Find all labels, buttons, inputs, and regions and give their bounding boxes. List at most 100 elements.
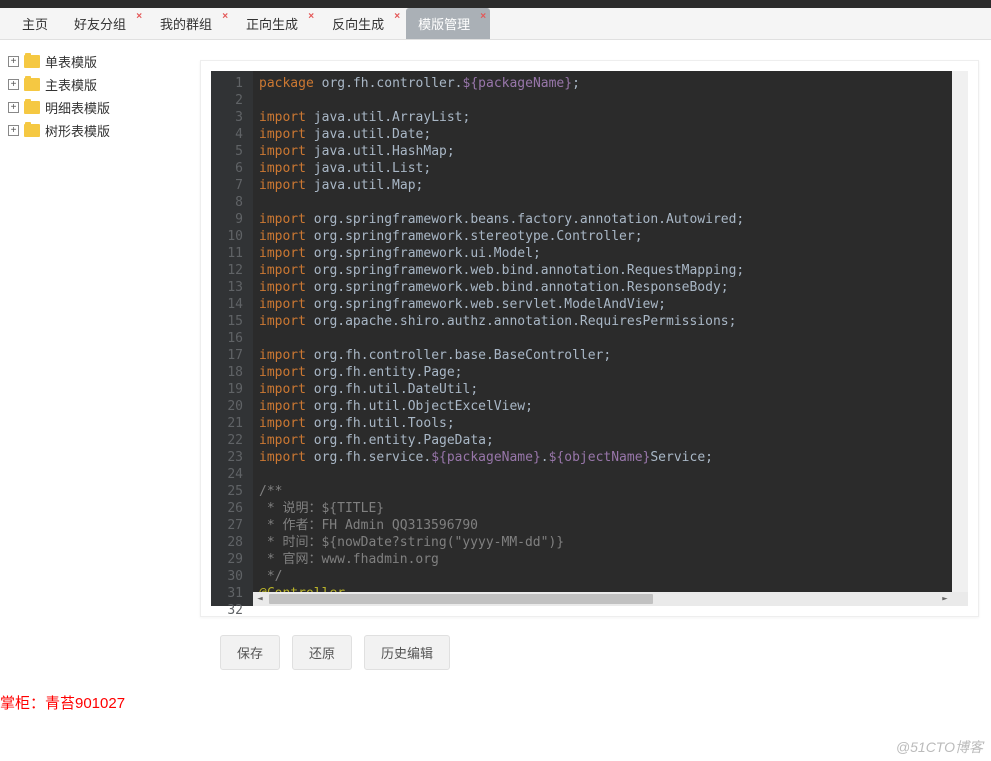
line-number: 16: [217, 330, 243, 347]
history-edit-button[interactable]: 历史编辑: [364, 635, 450, 670]
line-number: 31: [217, 585, 243, 602]
line-number: 5: [217, 143, 243, 160]
line-number: 10: [217, 228, 243, 245]
line-number: 8: [217, 194, 243, 211]
content-area: 1234567891011121314151617181920212223242…: [200, 40, 991, 761]
code-line[interactable]: import org.springframework.web.bind.anno…: [259, 262, 962, 279]
editor-panel: 1234567891011121314151617181920212223242…: [200, 60, 979, 617]
code-line[interactable]: import org.fh.service.${packageName}.${o…: [259, 449, 962, 466]
code-editor[interactable]: 1234567891011121314151617181920212223242…: [211, 71, 968, 606]
line-number: 19: [217, 381, 243, 398]
line-number: 27: [217, 517, 243, 534]
code-line[interactable]: [259, 330, 962, 347]
line-number: 13: [217, 279, 243, 296]
scroll-right-icon[interactable]: ►: [938, 592, 952, 606]
code-line[interactable]: package org.fh.controller.${packageName}…: [259, 75, 962, 92]
line-number: 29: [217, 551, 243, 568]
horizontal-scroll-thumb[interactable]: [269, 594, 653, 604]
line-number: 17: [217, 347, 243, 364]
line-number: 15: [217, 313, 243, 330]
expand-icon[interactable]: +: [8, 79, 19, 90]
main-area: +单表模版+主表模版+明细表模版+树形表模版 12345678910111213…: [0, 40, 991, 761]
line-number: 18: [217, 364, 243, 381]
restore-button[interactable]: 还原: [292, 635, 352, 670]
code-line[interactable]: */: [259, 568, 962, 585]
code-line[interactable]: import org.apache.shiro.authz.annotation…: [259, 313, 962, 330]
expand-icon[interactable]: +: [8, 125, 19, 136]
tree-item-1[interactable]: + 主表模版: [8, 73, 192, 96]
close-icon[interactable]: ×: [480, 11, 486, 22]
code-line[interactable]: import java.util.Date;: [259, 126, 962, 143]
folder-icon: [24, 55, 40, 68]
folder-icon: [24, 101, 40, 114]
code-line[interactable]: import org.springframework.web.servlet.M…: [259, 296, 962, 313]
tab-label: 反向生成: [332, 17, 384, 32]
line-number: 32: [217, 602, 243, 619]
code-line[interactable]: import org.fh.util.DateUtil;: [259, 381, 962, 398]
line-number: 23: [217, 449, 243, 466]
line-number: 22: [217, 432, 243, 449]
tree-item-3[interactable]: + 树形表模版: [8, 119, 192, 142]
code-line[interactable]: import java.util.List;: [259, 160, 962, 177]
code-line[interactable]: import org.springframework.ui.Model;: [259, 245, 962, 262]
save-button[interactable]: 保存: [220, 635, 280, 670]
line-number: 21: [217, 415, 243, 432]
code-line[interactable]: * 作者：FH Admin QQ313596790: [259, 517, 962, 534]
code-line[interactable]: * 官网：www.fhadmin.org: [259, 551, 962, 568]
tab-1[interactable]: 好友分组×: [62, 8, 146, 39]
action-buttons: 保存 还原 历史编辑: [200, 617, 979, 670]
code-line[interactable]: import org.fh.util.ObjectExcelView;: [259, 398, 962, 415]
close-icon[interactable]: ×: [308, 11, 314, 22]
code-line[interactable]: * 时间：${nowDate?string("yyyy-MM-dd")}: [259, 534, 962, 551]
vertical-scrollbar[interactable]: [952, 71, 968, 592]
line-number: 2: [217, 92, 243, 109]
tab-2[interactable]: 我的群组×: [148, 8, 232, 39]
expand-icon[interactable]: +: [8, 56, 19, 67]
code-line[interactable]: [259, 466, 962, 483]
code-line[interactable]: [259, 194, 962, 211]
line-number: 1: [217, 75, 243, 92]
tree-item-label: 主表模版: [45, 75, 97, 94]
close-icon[interactable]: ×: [136, 11, 142, 22]
tab-label: 模版管理: [418, 17, 470, 32]
window-top-bar: [0, 0, 991, 8]
tree-item-label: 树形表模版: [45, 121, 110, 140]
code-text-area[interactable]: package org.fh.controller.${packageName}…: [253, 71, 968, 606]
code-line[interactable]: /**: [259, 483, 962, 500]
folder-icon: [24, 124, 40, 137]
code-line[interactable]: import org.fh.controller.base.BaseContro…: [259, 347, 962, 364]
code-line[interactable]: import org.springframework.stereotype.Co…: [259, 228, 962, 245]
tab-label: 主页: [22, 17, 48, 32]
line-number: 14: [217, 296, 243, 313]
code-line[interactable]: import java.util.Map;: [259, 177, 962, 194]
code-line[interactable]: [259, 92, 962, 109]
code-line[interactable]: import org.fh.entity.Page;: [259, 364, 962, 381]
tree-item-2[interactable]: +明细表模版: [8, 96, 192, 119]
tabs-bar: 主页好友分组×我的群组×正向生成× 反向生成 × 模版管理 ×: [0, 8, 991, 40]
template-tree-sidebar: +单表模版+主表模版+明细表模版+树形表模版: [0, 40, 200, 761]
tab-3[interactable]: 正向生成×: [234, 8, 318, 39]
tree-item-0[interactable]: +单表模版: [8, 50, 192, 73]
expand-icon[interactable]: +: [8, 102, 19, 113]
horizontal-scrollbar[interactable]: ◄ ►: [253, 592, 952, 606]
watermark: @51CTO博客: [896, 737, 983, 757]
line-number: 4: [217, 126, 243, 143]
code-line[interactable]: import org.springframework.beans.factory…: [259, 211, 962, 228]
code-line[interactable]: import org.fh.util.Tools;: [259, 415, 962, 432]
tab-0[interactable]: 主页: [10, 8, 60, 39]
line-number: 24: [217, 466, 243, 483]
line-number-gutter: 1234567891011121314151617181920212223242…: [211, 71, 253, 606]
code-line[interactable]: * 说明：${TITLE}: [259, 500, 962, 517]
scroll-corner: [952, 592, 968, 606]
code-line[interactable]: import java.util.HashMap;: [259, 143, 962, 160]
owner-label: 掌柜：青苔901027: [0, 692, 125, 713]
tab-4[interactable]: 反向生成 ×: [320, 8, 404, 39]
code-line[interactable]: import org.springframework.web.bind.anno…: [259, 279, 962, 296]
code-line[interactable]: import java.util.ArrayList;: [259, 109, 962, 126]
code-line[interactable]: import org.fh.entity.PageData;: [259, 432, 962, 449]
close-icon[interactable]: ×: [394, 11, 400, 22]
close-icon[interactable]: ×: [222, 11, 228, 22]
tab-5[interactable]: 模版管理 ×: [406, 8, 490, 39]
line-number: 20: [217, 398, 243, 415]
scroll-left-icon[interactable]: ◄: [253, 592, 267, 606]
